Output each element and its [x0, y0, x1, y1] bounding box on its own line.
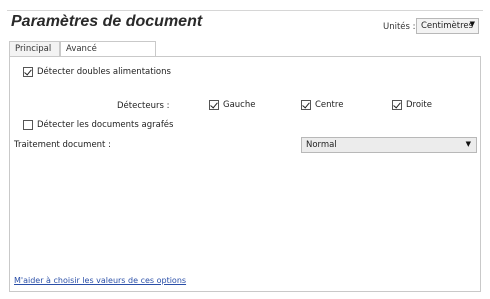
- chevron-down-icon: ▼: [465, 140, 471, 148]
- double-feed-label: Détecter doubles alimentations: [37, 67, 171, 77]
- chevron-down-icon: ▼: [469, 20, 475, 28]
- tab-label: Avancé: [66, 44, 97, 54]
- detector-centre-label: Centre: [315, 100, 344, 110]
- checkmark-icon[interactable]: [301, 100, 311, 110]
- units-label: Unités :: [383, 22, 416, 32]
- units-selected-value: Centimètres: [421, 21, 474, 31]
- tab-label: Principal: [15, 44, 52, 54]
- checkmark-icon[interactable]: [23, 67, 33, 77]
- tab-avance[interactable]: Avancé: [60, 41, 156, 57]
- stapled-label: Détecter les documents agrafés: [37, 120, 174, 130]
- detector-gauche-label: Gauche: [223, 100, 256, 110]
- detectors-label: Détecteurs :: [117, 101, 170, 111]
- tab-principal[interactable]: Principal: [9, 41, 60, 56]
- processing-label: Traitement document :: [14, 140, 111, 150]
- processing-dropdown[interactable]: Normal ▼: [301, 137, 477, 153]
- checkbox-icon[interactable]: [23, 120, 33, 130]
- detector-droite-label: Droite: [406, 100, 432, 110]
- help-link[interactable]: M'aider à choisir les valeurs de ces opt…: [14, 276, 186, 285]
- document-settings-dialog: Paramètres de document Unités : Centimèt…: [0, 0, 490, 299]
- advanced-panel: [9, 56, 481, 292]
- units-dropdown[interactable]: Centimètres ▼: [416, 18, 479, 34]
- page-title: Paramètres de document: [11, 13, 203, 30]
- processing-selected-value: Normal: [306, 140, 337, 150]
- checkmark-icon[interactable]: [392, 100, 402, 110]
- header-divider: [7, 10, 483, 11]
- checkmark-icon[interactable]: [209, 100, 219, 110]
